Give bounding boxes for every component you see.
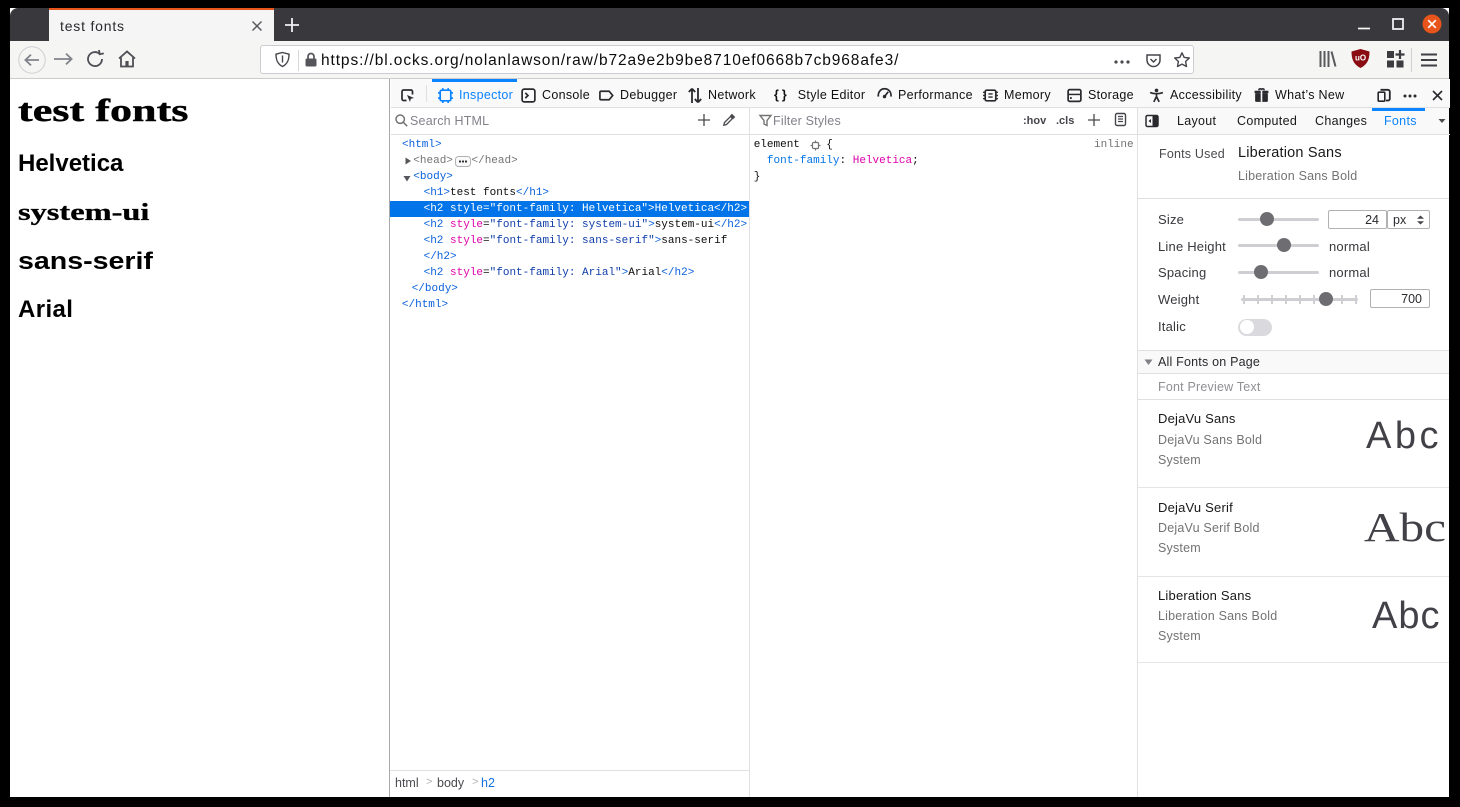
svg-text:uO: uO	[1355, 54, 1366, 63]
